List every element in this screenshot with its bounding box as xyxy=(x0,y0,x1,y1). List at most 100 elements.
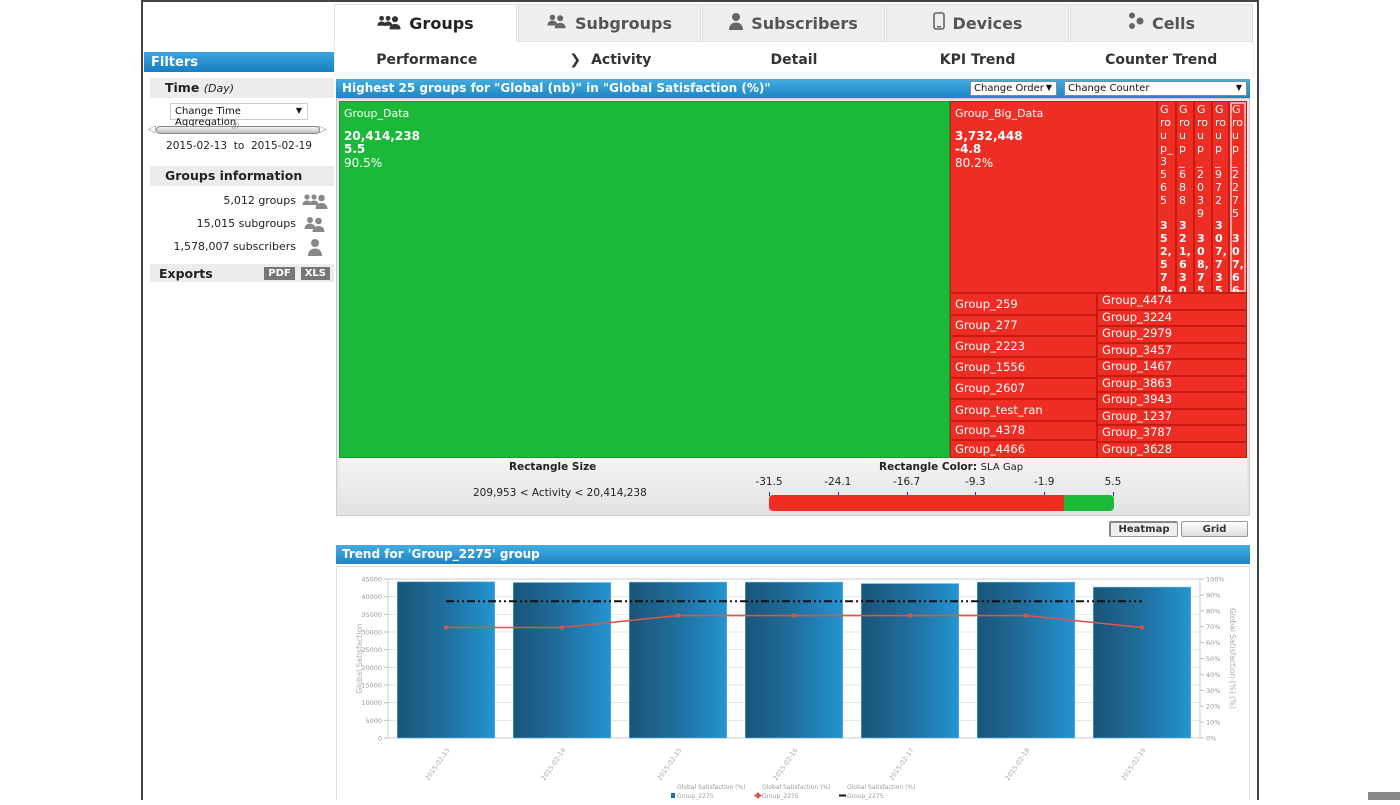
bar xyxy=(860,583,960,739)
subtab-performance[interactable]: Performance xyxy=(335,42,519,78)
change-order-label: Change Order xyxy=(974,83,1044,94)
slider-grip[interactable]: /// xyxy=(232,122,239,130)
treemap-cell[interactable]: Group_1467 xyxy=(1097,359,1247,376)
tab-subscribers[interactable]: Subscribers xyxy=(702,4,885,42)
groups-count: 5,012 groups xyxy=(223,194,296,207)
cell-sla-gap: -4.8 xyxy=(955,142,982,156)
change-counter-select[interactable]: Change Counter ▼ xyxy=(1064,81,1247,96)
slider-right-handle[interactable]: ▷ xyxy=(319,124,328,135)
satisfaction-point xyxy=(443,625,449,630)
groups-info-title: Groups information xyxy=(150,166,334,186)
treemap-cell[interactable]: Group_1556 xyxy=(950,357,1097,378)
satisfaction-point xyxy=(675,613,681,618)
cell-name: Group_Big_Data xyxy=(955,107,1044,120)
color-scale-tick-label: -9.3 xyxy=(965,476,986,488)
cell-sla-gap: 5.5 xyxy=(344,142,366,156)
treemap-cell[interactable]: Group_3224 xyxy=(1097,309,1247,326)
tab-devices[interactable]: Devices xyxy=(886,4,1069,42)
groups-count-row: 5,012 groups xyxy=(144,189,334,212)
treemap-cell[interactable]: Group_Big_Data 3,732,448 -4.8 80.2% xyxy=(950,101,1157,293)
change-order-select[interactable]: Change Order ▼ xyxy=(970,81,1057,96)
subtab-kpi-trend[interactable]: KPI Trend xyxy=(886,42,1070,78)
treemap-cell[interactable]: Group_259 xyxy=(950,293,1097,315)
y-tick-label: 25000 xyxy=(361,646,382,654)
subtab-detail[interactable]: Detail xyxy=(702,42,886,78)
y-tick-label: 10000 xyxy=(361,699,382,707)
treemap-cell[interactable]: Group_688 321,630-11.873 xyxy=(1176,101,1194,293)
treemap-cell[interactable]: Group_972 307,735-1 xyxy=(1212,101,1229,293)
groups-info-section: Groups information 5,012 groups 15,015 s… xyxy=(144,166,334,282)
subscriber-icon xyxy=(729,12,744,34)
bar xyxy=(396,581,496,739)
treemap-cell[interactable]: Group_2223 xyxy=(950,336,1097,357)
time-range-slider[interactable]: ◁ /// ▷ xyxy=(148,122,328,135)
treemap-cell[interactable]: Group_3863 xyxy=(1097,375,1247,392)
legend-label: Group_2275 xyxy=(677,793,714,800)
subtab-counter-trend[interactable]: Counter Trend xyxy=(1069,42,1253,78)
exports-row: Exports PDF XLS xyxy=(150,264,334,282)
time-title: Time (Day) xyxy=(150,78,334,98)
treemap-cell[interactable]: Group_Data 20,414,238 5.5 90.5% xyxy=(339,101,950,458)
subtab-label: Counter Trend xyxy=(1105,52,1218,68)
chevron-down-icon: ▼ xyxy=(1045,83,1052,92)
y-right-tick-label: 10% xyxy=(1206,719,1220,727)
date-range: 2015-02-13 to 2015-02-19 xyxy=(166,140,312,152)
x-tick-label: 2015-02-13 xyxy=(423,747,451,783)
subscriber-icon xyxy=(302,238,328,256)
cells-icon xyxy=(1128,12,1144,34)
treemap-cell[interactable]: Group_3787 xyxy=(1097,425,1247,442)
y-right-tick-label: 50% xyxy=(1206,655,1220,663)
treemap-cell[interactable]: Group_3565 352,578-9. xyxy=(1157,101,1176,293)
legend-title: Global Satisfaction (%) xyxy=(762,784,831,791)
color-scale-red xyxy=(769,495,1064,511)
y-tick-label: 30000 xyxy=(361,629,382,637)
treemap-cell[interactable]: Group_4474 xyxy=(1097,293,1247,310)
bar xyxy=(744,581,844,739)
y-tick-label: 45000 xyxy=(361,576,382,584)
bar xyxy=(512,582,612,739)
export-pdf-button[interactable]: PDF xyxy=(264,266,295,280)
treemap-cell[interactable]: Group_1237 xyxy=(1097,408,1247,425)
subgroups-icon xyxy=(302,216,328,232)
treemap-cell[interactable]: Group_test_ran xyxy=(950,399,1097,421)
tab-label: Devices xyxy=(952,13,1023,33)
tab-groups[interactable]: Groups xyxy=(334,4,517,42)
treemap-cell[interactable]: Group_2039 308,759-1 xyxy=(1194,101,1212,293)
treemap-cell[interactable]: Group_2607 xyxy=(950,378,1097,399)
subtab-activity[interactable]: ❯ Activity xyxy=(519,42,703,78)
treemap-cell[interactable]: Group_3457 xyxy=(1097,342,1247,359)
treemap-cell[interactable]: Group_4378 xyxy=(950,421,1097,440)
sub-tabs: Performance ❯ Activity Detail KPI Trend C… xyxy=(334,42,1254,78)
y-right-tick-label: 100% xyxy=(1206,576,1225,584)
y-axis-label: Global Satisfaction xyxy=(355,623,364,694)
grid-view-button[interactable]: Grid xyxy=(1181,521,1248,537)
bar xyxy=(1092,586,1192,739)
subtab-label: Activity xyxy=(591,52,652,68)
chevron-down-icon: ▼ xyxy=(295,106,302,115)
export-xls-button[interactable]: XLS xyxy=(300,266,330,280)
x-tick-label: 2015-02-18 xyxy=(1003,747,1031,783)
bar xyxy=(628,581,728,739)
treemap-cell[interactable]: Group_2979 xyxy=(1097,326,1247,343)
heatmap-view-button[interactable]: Heatmap xyxy=(1109,521,1178,537)
trend-title: Trend for 'Group_2275' group xyxy=(342,547,540,561)
x-tick-label: 2015-02-16 xyxy=(771,747,799,783)
scroll-corner xyxy=(1368,792,1400,800)
subgroups-count-row: 15,015 subgroups xyxy=(144,212,334,235)
treemap-cell[interactable]: Group_2275 307,662-8. xyxy=(1229,101,1247,293)
time-aggregation-select[interactable]: Change Time Aggregation ▼ xyxy=(170,103,308,128)
tab-subgroups[interactable]: Subgroups xyxy=(518,4,701,42)
subscribers-count: 1,578,007 subscribers xyxy=(173,240,296,253)
treemap-cell[interactable]: Group_4466 xyxy=(950,440,1097,458)
color-scale-tick xyxy=(1112,492,1114,496)
cell-satisfaction: 90.5% xyxy=(344,156,383,170)
legend-title: Global Satisfaction (%) xyxy=(847,784,916,791)
treemap-cell[interactable]: Group_3628 xyxy=(1097,441,1247,458)
y-right-tick-label: 90% xyxy=(1206,591,1220,599)
y-right-tick-label: 20% xyxy=(1206,703,1220,711)
tab-cells[interactable]: Cells xyxy=(1070,4,1253,42)
legend-title: Global Satisfaction (%) xyxy=(677,784,746,791)
treemap-cell[interactable]: Group_3943 xyxy=(1097,392,1247,409)
treemap-cell[interactable]: Group_277 xyxy=(950,315,1097,336)
trend-chart-container: 0 5000 10000 15000 20000 25000 30000 35000 40000… xyxy=(336,566,1250,800)
